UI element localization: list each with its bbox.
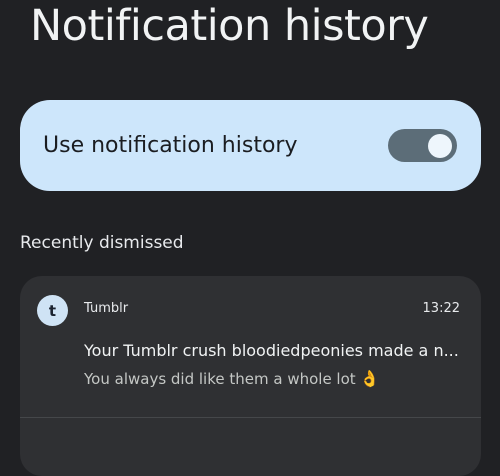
- notification-app-name: Tumblr: [84, 301, 129, 316]
- tumblr-icon: t: [37, 295, 68, 326]
- notification-time: 13:22: [422, 301, 460, 316]
- notification-card[interactable]: t Tumblr 13:22 Your Tumblr crush bloodie…: [20, 276, 481, 476]
- notification-body: You always did like them a whole lot: [84, 370, 356, 388]
- notification-title: Your Tumblr crush bloodiedpeonies made a…: [84, 341, 459, 360]
- notification-text: You always did like them a whole lot 👌: [84, 369, 380, 388]
- divider: [20, 417, 481, 418]
- toggle-label: Use notification history: [43, 133, 298, 158]
- ok-hand-emoji-icon: 👌: [359, 369, 380, 388]
- notification-history-toggle-row[interactable]: Use notification history: [20, 100, 481, 191]
- notification-history-switch[interactable]: [388, 129, 457, 162]
- recently-dismissed-header: Recently dismissed: [20, 233, 184, 253]
- switch-thumb: [428, 133, 452, 158]
- page-title: Notification history: [30, 1, 429, 51]
